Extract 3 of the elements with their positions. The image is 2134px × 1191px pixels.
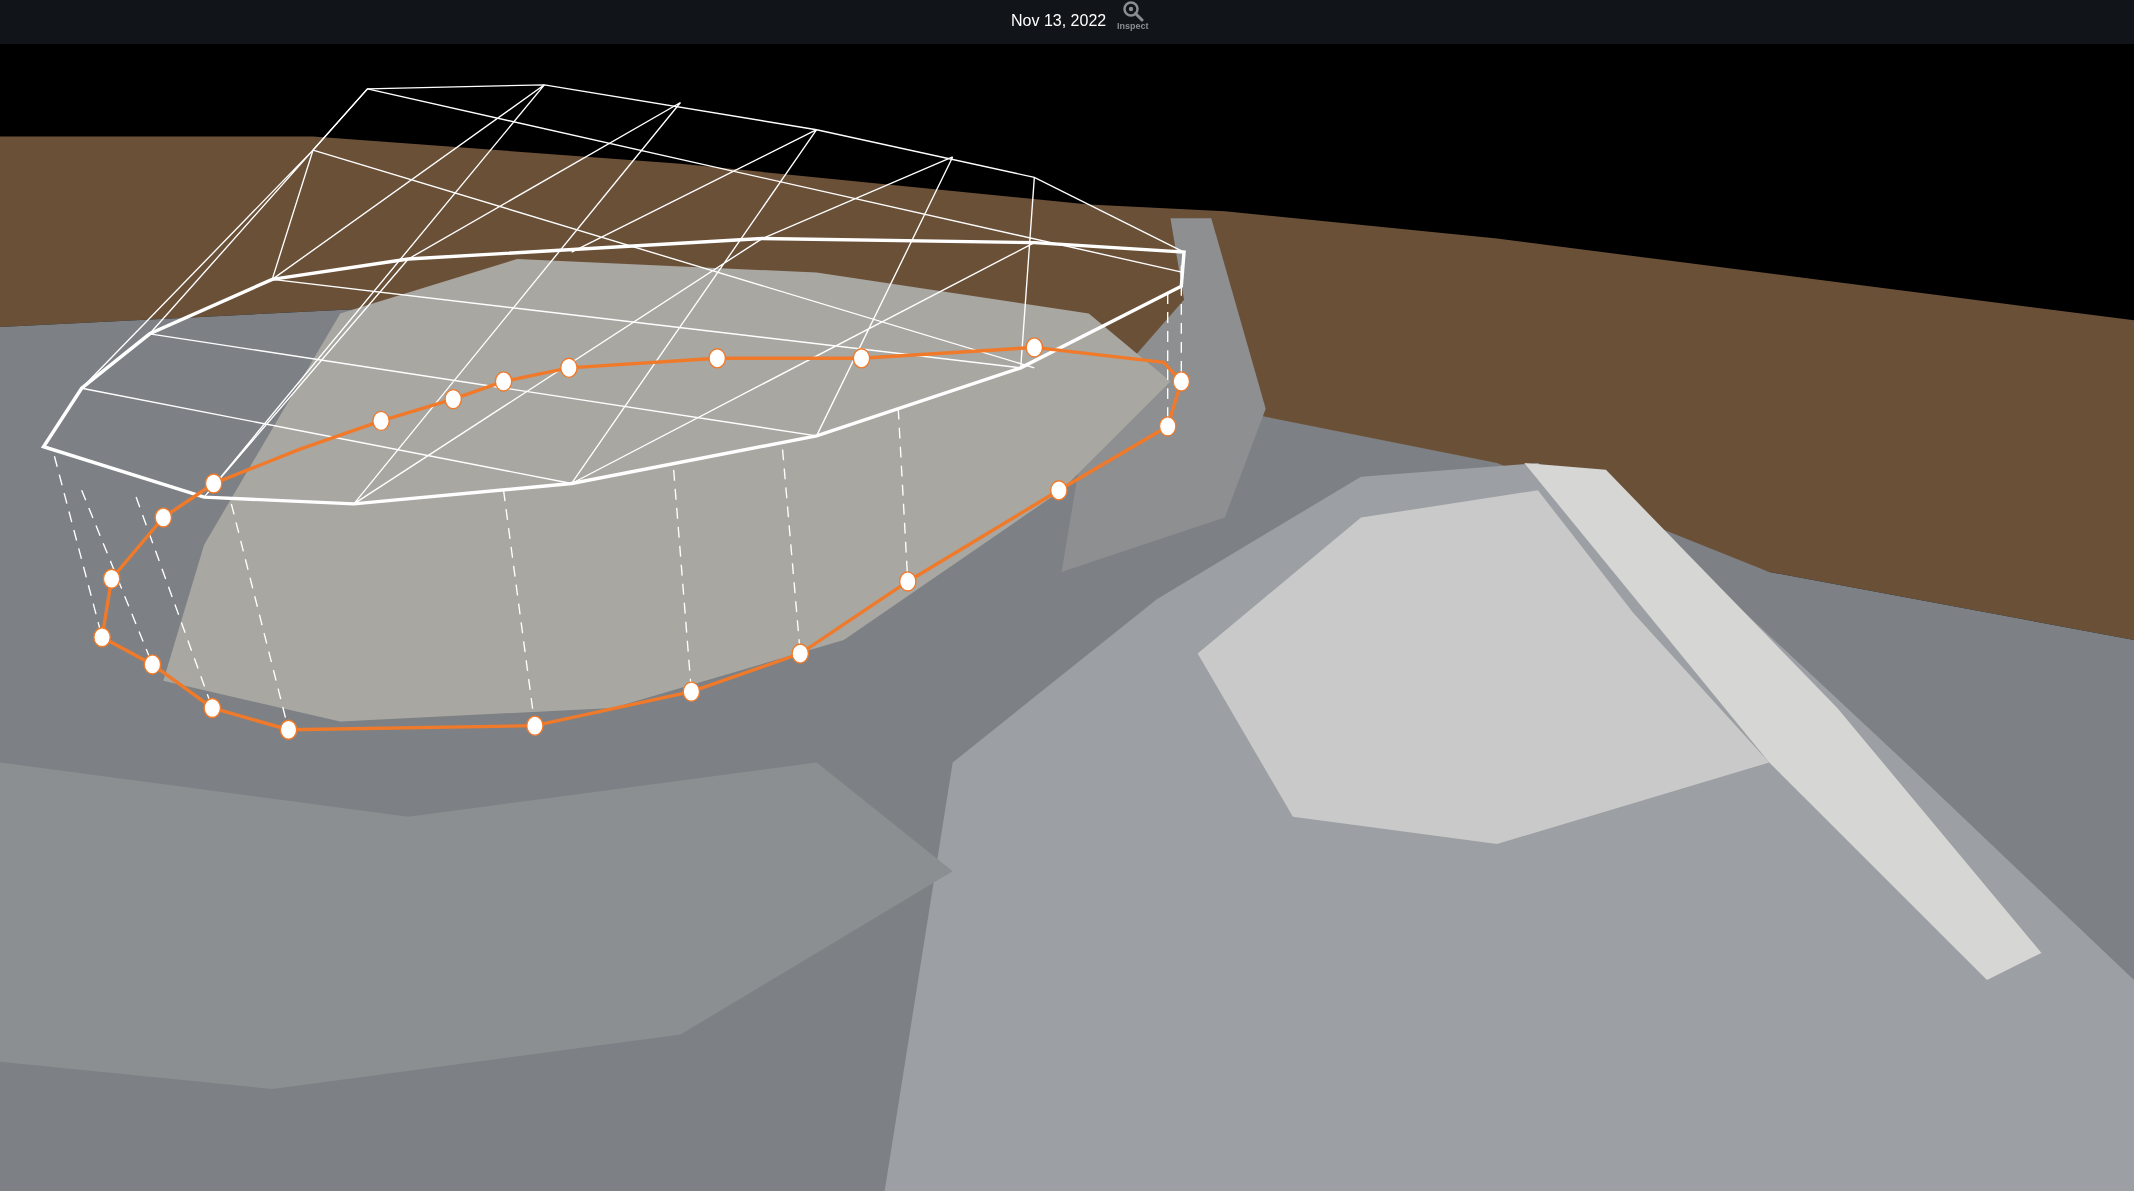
search-icon <box>1121 0 1144 22</box>
inspect-button[interactable]: Inspect <box>1117 0 1149 31</box>
date-label: Nov 13, 2022 <box>1011 11 1107 31</box>
